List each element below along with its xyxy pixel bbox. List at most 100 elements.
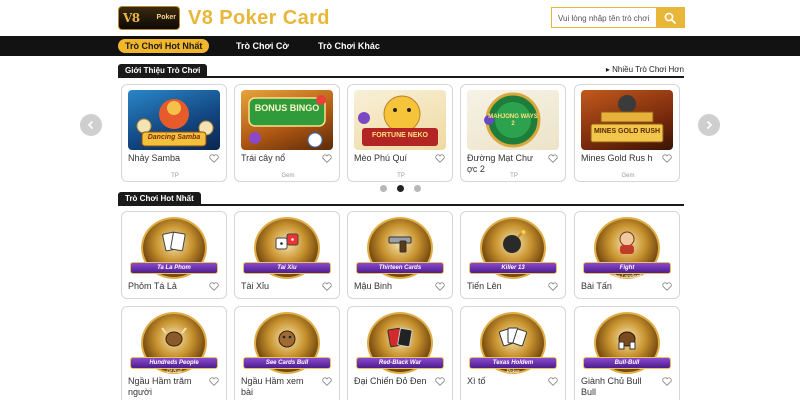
game-provider: TP	[171, 173, 179, 179]
game-title: Mines Gold Rus h	[581, 153, 653, 163]
game-badge: Thirteen Cards	[356, 217, 444, 283]
heart-icon[interactable]	[548, 154, 558, 163]
game-provider: TP	[510, 173, 518, 179]
pager-dot[interactable]	[380, 185, 387, 192]
carousel-next-button[interactable]	[698, 114, 720, 136]
search-box	[551, 7, 685, 28]
intro-game-card[interactable]: BONUS BINGO Trái cây nổ Gem	[234, 84, 340, 182]
hot-game-card[interactable]: Red-Black War Đại Chiến Đỏ Đen	[347, 306, 453, 400]
chevron-left-icon	[87, 120, 94, 130]
hot-game-card[interactable]: Thirteen Cards Mậu Binh	[347, 211, 453, 299]
bull-icon	[618, 331, 636, 350]
game-badge: Fight the Landlord	[583, 217, 671, 283]
nav-item-board-games[interactable]: Trò Chơi Cờ	[236, 39, 289, 53]
dice-icon	[275, 233, 299, 250]
game-provider: Gem	[621, 173, 635, 179]
game-badge: Killer 13	[469, 217, 557, 283]
search-input[interactable]	[558, 11, 656, 25]
cards-icon	[162, 231, 186, 252]
game-thumbnail: FORTUNE NEKO	[354, 90, 446, 150]
game-art-text: Dancing Samba	[147, 134, 201, 141]
heart-icon[interactable]	[209, 154, 219, 163]
pager-dot-active[interactable]	[397, 185, 404, 192]
pistol-icon	[388, 236, 412, 253]
badge-label: Thirteen Cards	[356, 262, 444, 274]
badge-label: Tai Xiu	[243, 262, 331, 274]
hot-game-card[interactable]: Killer 13 Tiến Lên	[460, 211, 566, 299]
badge-label: Fight	[583, 262, 671, 274]
bull-icon	[161, 327, 187, 347]
game-title: Đường Mạt Chư ợc 2	[467, 153, 533, 174]
more-games-link[interactable]: ▸ Nhiều Trò Chơi Hơn	[606, 65, 684, 74]
intro-section-header: Giới Thiệu Trò Chơi ▸ Nhiều Trò Chơi Hơn	[118, 64, 684, 78]
heart-icon[interactable]	[662, 282, 672, 291]
heart-icon[interactable]	[548, 282, 558, 291]
heart-icon[interactable]	[322, 282, 332, 291]
character-icon	[619, 231, 635, 254]
game-title: Mậu Binh	[354, 281, 393, 291]
heart-icon[interactable]	[209, 377, 219, 386]
bomb-icon	[503, 230, 526, 253]
game-thumbnail: BONUS BINGO	[241, 90, 333, 150]
game-art-text: MINES GOLD RUSH	[593, 128, 661, 135]
game-art-text: MAHJONG WAYS 2	[488, 114, 538, 127]
nav-item-hot-games[interactable]: Trò Chơi Hot Nhất	[118, 39, 210, 53]
cards-icon	[499, 327, 527, 347]
hot-section-title: Trò Chơi Hot Nhất	[118, 192, 201, 206]
heart-icon[interactable]	[322, 154, 332, 163]
badge-label: Killer 13	[469, 262, 557, 274]
badge-label: Texas Holdem	[469, 357, 557, 369]
game-badge: Tai Xiu	[243, 217, 331, 283]
game-badge: Hundreds People Of Bull	[130, 312, 218, 378]
game-title: Xì tố	[467, 376, 486, 386]
site-title[interactable]: V8 Poker Card	[188, 7, 330, 30]
game-title: Giành Chủ Bull Bull	[581, 376, 642, 397]
heart-icon[interactable]	[662, 154, 672, 163]
hot-game-card[interactable]: Texas Holdem Poker Xì tố	[460, 306, 566, 400]
game-badge: Ta La Phom	[130, 217, 218, 283]
game-art-text: BONUS BINGO	[254, 103, 320, 113]
logo-text: V8	[123, 11, 140, 25]
heart-icon[interactable]	[435, 154, 445, 163]
heart-icon[interactable]	[209, 282, 219, 291]
intro-game-card[interactable]: MINES GOLD RUSH Mines Gold Rus h Gem	[574, 84, 680, 182]
intro-game-card[interactable]: FORTUNE NEKO Mèo Phú Quí TP	[347, 84, 453, 182]
cards-icon	[387, 327, 413, 348]
hot-game-card[interactable]: See Cards Bull Ngầu Hầm xem bài	[234, 306, 340, 400]
game-title: Bài Tấn	[581, 281, 612, 291]
heart-icon[interactable]	[435, 377, 445, 386]
hot-game-card[interactable]: Bull-Bull Giành Chủ Bull Bull	[574, 306, 680, 400]
pager-dot[interactable]	[414, 185, 421, 192]
game-title: Tài Xỉu	[241, 281, 270, 291]
game-provider: TP	[397, 173, 405, 179]
bull-icon	[278, 330, 296, 348]
intro-section-title: Giới Thiệu Trò Chơi	[118, 64, 208, 78]
badge-label: See Cards Bull	[243, 357, 331, 369]
game-provider: Gem	[281, 173, 295, 179]
heart-icon[interactable]	[435, 282, 445, 291]
nav-item-other-games[interactable]: Trò Chơi Khác	[318, 39, 380, 53]
game-title: Mèo Phú Quí	[354, 153, 408, 163]
search-button[interactable]	[656, 8, 684, 27]
hot-game-card[interactable]: Fight the Landlord Bài Tấn	[574, 211, 680, 299]
intro-game-card[interactable]: MAHJONG WAYS 2 Đường Mạt Chư ợc 2 TP	[460, 84, 566, 182]
hot-game-card[interactable]: Tai Xiu Tài Xỉu	[234, 211, 340, 299]
badge-sublabel: the Landlord	[613, 274, 641, 280]
heart-icon[interactable]	[548, 377, 558, 386]
hot-game-card[interactable]: Ta La Phom Phỏm Tá Lả	[121, 211, 227, 299]
game-title: Đại Chiến Đỏ Đen	[354, 376, 427, 386]
game-title: Ngầu Hầm trăm người	[128, 376, 192, 397]
heart-icon[interactable]	[662, 377, 672, 386]
badge-label: Ta La Phom	[130, 262, 218, 274]
game-title: Phỏm Tá Lả	[128, 281, 177, 291]
site-logo[interactable]: V8 Poker	[118, 6, 180, 30]
badge-label: Hundreds People	[130, 357, 218, 369]
intro-game-card[interactable]: Dancing Samba Nhảy Samba TP	[121, 84, 227, 182]
game-title: Nhảy Samba	[128, 153, 181, 163]
game-title: Trái cây nổ	[241, 153, 286, 163]
game-title: Ngầu Hầm xem bài	[241, 376, 304, 397]
game-badge: See Cards Bull	[243, 312, 331, 378]
heart-icon[interactable]	[322, 377, 332, 386]
hot-game-card[interactable]: Hundreds People Of Bull Ngầu Hầm trăm ng…	[121, 306, 227, 400]
carousel-prev-button[interactable]	[80, 114, 102, 136]
